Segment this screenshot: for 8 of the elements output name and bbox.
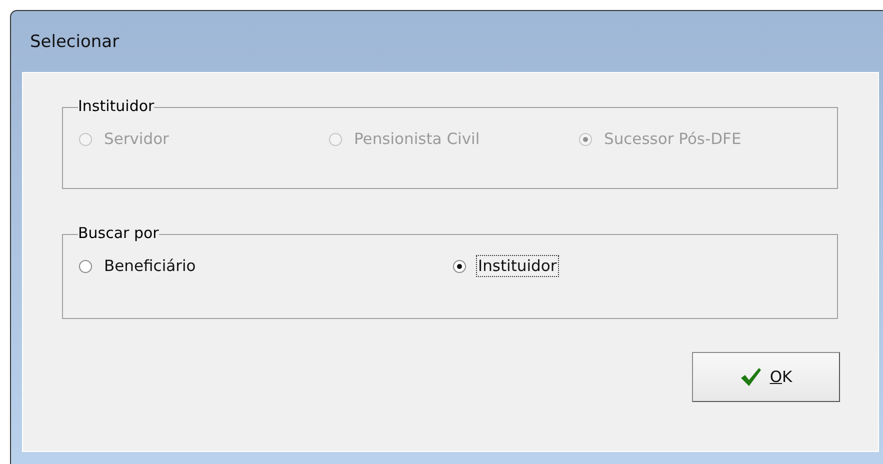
ok-button[interactable]: OK bbox=[692, 352, 840, 402]
group-title: Buscar por bbox=[78, 224, 159, 242]
window-title: Selecionar bbox=[30, 32, 120, 52]
radio-label[interactable]: Instituidor bbox=[476, 255, 559, 277]
checkmark-icon bbox=[740, 367, 762, 387]
radio-button[interactable] bbox=[79, 260, 92, 272]
radio-button[interactable] bbox=[453, 260, 466, 272]
radio-label[interactable]: Beneficiário bbox=[102, 255, 198, 277]
